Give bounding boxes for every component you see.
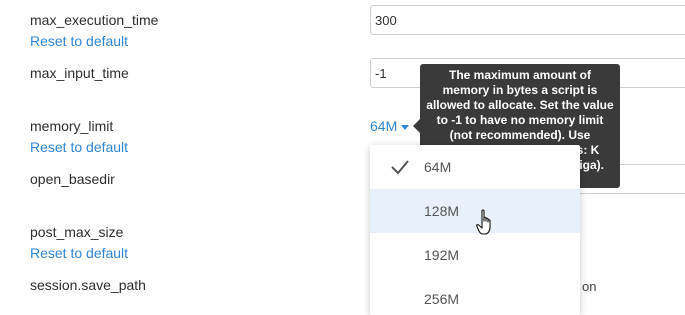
menu-item-label: 128M: [424, 203, 460, 219]
memory-limit-label: memory_limit: [30, 118, 114, 134]
tooltip-arrow: [413, 119, 420, 133]
menu-item-64m[interactable]: 64M: [370, 145, 580, 189]
memory-limit-value: 64M: [370, 118, 398, 134]
max-input-time-label: max_input_time: [30, 65, 129, 81]
menu-item-128m[interactable]: 128M: [370, 189, 580, 233]
menu-item-256m[interactable]: 256M: [370, 277, 580, 315]
menu-item-label: 64M: [424, 159, 452, 175]
session-save-path-label: session.save_path: [30, 277, 146, 293]
menu-item-192m[interactable]: 192M: [370, 233, 580, 277]
memory-limit-reset-link[interactable]: Reset to default: [30, 139, 128, 155]
menu-item-label: 192M: [424, 247, 460, 263]
session-save-path-value: on: [582, 279, 597, 294]
open-basedir-label: open_basedir: [30, 171, 115, 187]
caret-down-icon: [401, 124, 410, 130]
post-max-size-reset-link[interactable]: Reset to default: [30, 245, 128, 261]
memory-limit-menu: 64M 128M 192M 256M: [370, 145, 580, 315]
post-max-size-label: post_max_size: [30, 224, 124, 240]
max-execution-time-label: max_execution_time: [30, 12, 159, 28]
memory-limit-dropdown[interactable]: 64M: [370, 118, 410, 134]
hand-pointer-icon: [476, 209, 491, 235]
checkmark-icon: [391, 160, 409, 175]
menu-item-label: 256M: [424, 291, 460, 307]
max-execution-time-reset-link[interactable]: Reset to default: [30, 33, 128, 49]
max-execution-time-input[interactable]: [370, 5, 685, 35]
